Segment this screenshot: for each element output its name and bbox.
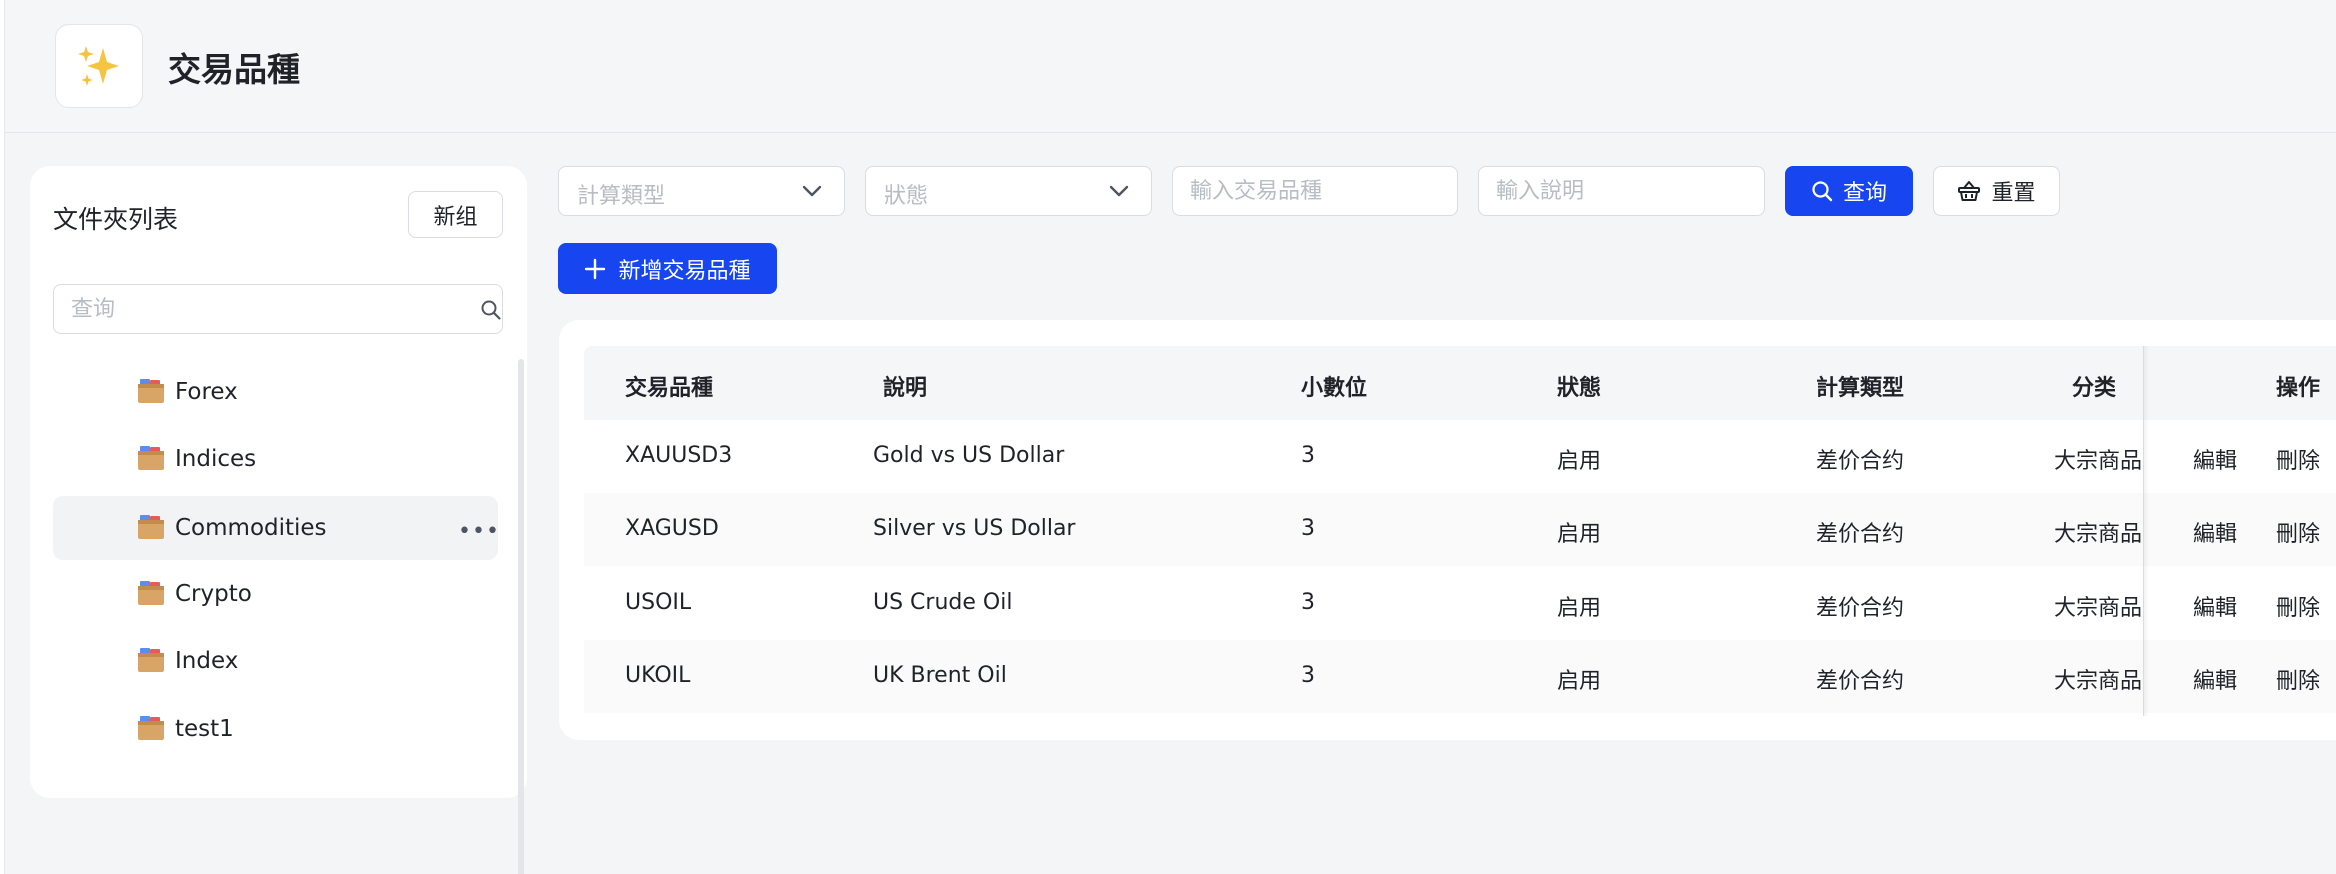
calc-type-select[interactable]: 計算類型 bbox=[558, 166, 845, 216]
delete-link[interactable]: 刪除 bbox=[2276, 590, 2320, 622]
column-header-description: 說明 bbox=[883, 376, 928, 401]
folder-item-label: test1 bbox=[175, 716, 234, 742]
cell-description: Silver vs US Dollar bbox=[873, 516, 1076, 541]
column-header-status: 狀態 bbox=[1557, 376, 1602, 401]
cell-description: US Crude Oil bbox=[873, 590, 1013, 615]
folder-item-indices[interactable]: Indices bbox=[53, 427, 498, 491]
cell-symbol: UKOIL bbox=[625, 663, 691, 688]
add-symbol-button-label: 新增交易品種 bbox=[618, 258, 751, 284]
query-button[interactable]: 查询 bbox=[1785, 166, 1913, 216]
folder-item-index[interactable]: Index bbox=[53, 629, 498, 693]
folder-item-forex[interactable]: Forex bbox=[53, 360, 498, 424]
cell-category: 大宗商品 bbox=[2054, 449, 2143, 474]
add-symbol-button[interactable]: 新增交易品種 bbox=[558, 243, 777, 294]
cell-status: 启用 bbox=[1557, 669, 1602, 694]
folder-panel: 文件夾列表 新组 Forex Indices Commodities ••• bbox=[30, 166, 527, 874]
folder-item-test1[interactable]: test1 bbox=[53, 697, 498, 761]
cell-category: 大宗商品 bbox=[2054, 669, 2143, 694]
symbol-input-box bbox=[1172, 166, 1458, 216]
app-logo bbox=[55, 24, 143, 108]
folder-icon bbox=[138, 515, 164, 539]
cell-calc-type: 差价合约 bbox=[1816, 596, 1905, 621]
column-header-category: 分类 bbox=[2072, 376, 2117, 401]
table-row: XAUUSD3 Gold vs US Dollar 3 启用 差价合约 大宗商品… bbox=[584, 420, 2336, 493]
folder-tree-scrollbar[interactable] bbox=[518, 359, 524, 874]
search-icon bbox=[1812, 181, 1833, 202]
folder-item-label: Commodities bbox=[175, 515, 327, 541]
cell-calc-type: 差价合约 bbox=[1816, 669, 1905, 694]
calc-type-placeholder: 計算類型 bbox=[577, 184, 666, 209]
plus-icon bbox=[585, 258, 606, 279]
table-row: UKOIL UK Brent Oil 3 启用 差价合约 大宗商品 編輯 刪除 bbox=[584, 640, 2336, 713]
new-group-button[interactable]: 新组 bbox=[408, 191, 503, 238]
folder-item-commodities[interactable]: Commodities ••• bbox=[53, 496, 500, 560]
table-header: 交易品種 說明 小數位 狀態 計算類型 分类 操作 bbox=[584, 346, 2336, 420]
edit-link[interactable]: 編輯 bbox=[2193, 663, 2237, 695]
cell-digits: 3 bbox=[1301, 443, 1315, 468]
cell-category: 大宗商品 bbox=[2054, 522, 2143, 547]
folder-item-label: Forex bbox=[175, 379, 238, 405]
page-title: 交易品種 bbox=[168, 50, 300, 89]
column-header-calc-type: 計算類型 bbox=[1816, 376, 1905, 401]
cell-description: UK Brent Oil bbox=[873, 663, 1007, 688]
folder-icon bbox=[138, 648, 164, 672]
fixed-column-shadow bbox=[2143, 346, 2149, 716]
cell-description: Gold vs US Dollar bbox=[873, 443, 1065, 468]
status-select[interactable]: 狀態 bbox=[865, 166, 1152, 216]
cell-status: 启用 bbox=[1557, 596, 1602, 621]
folder-icon bbox=[138, 716, 164, 740]
edit-link[interactable]: 編輯 bbox=[2193, 443, 2237, 475]
cell-symbol: XAGUSD bbox=[625, 516, 719, 541]
folder-icon bbox=[138, 581, 164, 605]
folder-search-box bbox=[53, 284, 503, 334]
delete-link[interactable]: 刪除 bbox=[2276, 663, 2320, 695]
folder-item-label: Index bbox=[175, 648, 239, 674]
cell-status: 启用 bbox=[1557, 449, 1602, 474]
delete-link[interactable]: 刪除 bbox=[2276, 443, 2320, 475]
description-input[interactable] bbox=[1496, 176, 1736, 206]
page-header: 交易品種 bbox=[5, 0, 2336, 133]
cell-symbol: USOIL bbox=[625, 590, 692, 615]
cell-calc-type: 差价合约 bbox=[1816, 449, 1905, 474]
column-header-actions: 操作 bbox=[2276, 376, 2321, 401]
description-input-box bbox=[1478, 166, 1765, 216]
folder-icon bbox=[138, 446, 164, 470]
sparkles-icon bbox=[78, 46, 119, 86]
reset-button-label: 重置 bbox=[1991, 181, 2036, 206]
symbol-input[interactable] bbox=[1190, 176, 1430, 206]
reset-button[interactable]: 重置 bbox=[1933, 166, 2060, 216]
delete-link[interactable]: 刪除 bbox=[2276, 516, 2320, 548]
basket-icon bbox=[1958, 181, 1981, 201]
cell-digits: 3 bbox=[1301, 516, 1315, 541]
edit-link[interactable]: 編輯 bbox=[2193, 516, 2237, 548]
cell-symbol: XAUUSD3 bbox=[625, 443, 733, 468]
symbols-table: 交易品種 說明 小數位 狀態 計算類型 分类 操作 XAUUSD3 Gold v… bbox=[559, 320, 2336, 740]
folder-icon bbox=[138, 379, 164, 403]
search-icon[interactable] bbox=[480, 299, 502, 321]
folder-list-title: 文件夾列表 bbox=[53, 205, 179, 234]
cell-digits: 3 bbox=[1301, 590, 1315, 615]
column-header-digits: 小數位 bbox=[1301, 376, 1368, 401]
chevron-down-icon bbox=[1109, 185, 1129, 197]
column-header-symbol: 交易品種 bbox=[625, 376, 714, 401]
cell-calc-type: 差价合约 bbox=[1816, 522, 1905, 547]
query-button-label: 查询 bbox=[1842, 181, 1887, 206]
folder-item-label: Crypto bbox=[175, 581, 252, 607]
table-row: XAGUSD Silver vs US Dollar 3 启用 差价合约 大宗商… bbox=[584, 493, 2336, 566]
folder-item-crypto[interactable]: Crypto bbox=[53, 562, 498, 626]
more-options-icon[interactable]: ••• bbox=[458, 519, 500, 544]
cell-category: 大宗商品 bbox=[2054, 596, 2143, 621]
cell-digits: 3 bbox=[1301, 663, 1315, 688]
chevron-down-icon bbox=[802, 185, 822, 197]
status-placeholder: 狀態 bbox=[884, 184, 929, 209]
table-row: USOIL US Crude Oil 3 启用 差价合约 大宗商品 編輯 刪除 bbox=[584, 567, 2336, 640]
folder-search-input[interactable] bbox=[71, 294, 451, 324]
edit-link[interactable]: 編輯 bbox=[2193, 590, 2237, 622]
folder-item-label: Indices bbox=[175, 446, 257, 472]
cell-status: 启用 bbox=[1557, 522, 1602, 547]
